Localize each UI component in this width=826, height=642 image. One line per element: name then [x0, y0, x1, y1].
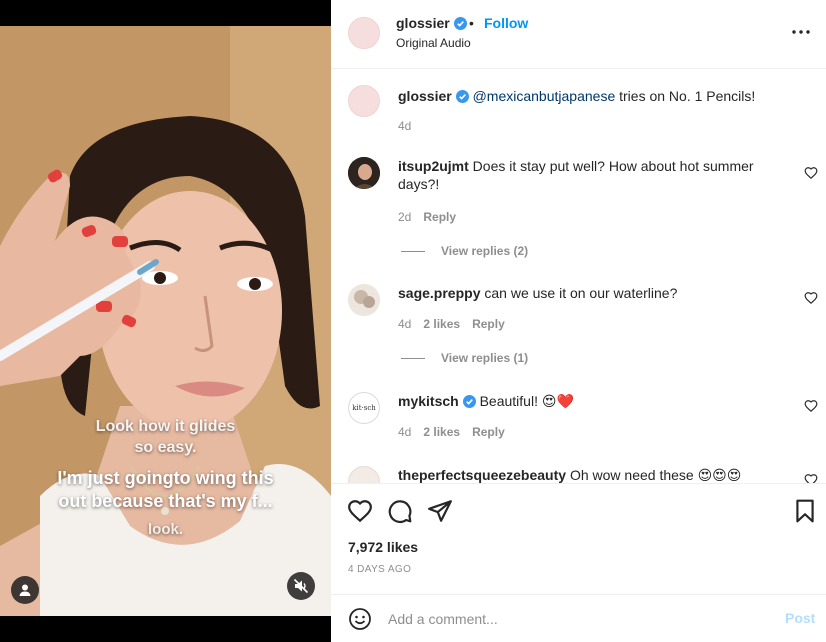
like-comment-heart-icon[interactable] [804, 473, 818, 483]
verified-badge-icon [462, 395, 476, 408]
video-caption-2: I'm just goingto wing this out because t… [57, 468, 274, 511]
audio-label[interactable]: Original Audio [396, 36, 471, 50]
header-separator: • [469, 15, 474, 31]
bookmark-save-icon[interactable] [792, 498, 818, 524]
reply-button[interactable]: Reply [472, 425, 505, 439]
caption-time[interactable]: 4d [398, 119, 411, 133]
like-comment-heart-icon[interactable] [804, 166, 818, 180]
like-comment-heart-icon[interactable] [804, 291, 818, 305]
view-replies-label[interactable]: View replies (1) [441, 351, 528, 365]
author-avatar[interactable] [348, 17, 380, 49]
caption-avatar[interactable] [348, 85, 380, 117]
comment-avatar[interactable] [348, 284, 380, 316]
reply-button[interactable]: Reply [472, 317, 505, 331]
comment-text: theperfectsqueezebeauty Oh wow need thes… [398, 466, 798, 483]
follow-button[interactable]: Follow [484, 15, 528, 31]
comment-username[interactable]: itsup2ujmt [398, 158, 469, 174]
caption-body: tries on No. 1 Pencils! [615, 88, 756, 104]
verified-badge-icon [453, 17, 467, 30]
avatar-photo [348, 157, 380, 189]
mention-link[interactable]: @mexicanbutjapanese [473, 88, 616, 104]
emoji-smiley-icon[interactable] [348, 607, 372, 631]
share-paper-plane-icon[interactable] [427, 498, 453, 524]
add-comment-input[interactable] [388, 607, 768, 631]
comment-likes[interactable]: 2 likes [423, 317, 460, 331]
more-options-icon[interactable] [790, 22, 812, 42]
comment-text: sage.preppy can we use it on our waterli… [398, 284, 778, 302]
video-caption-3: look. [147, 521, 183, 538]
view-replies-line [401, 358, 425, 360]
avatar-logo-text: kit·sch [352, 404, 376, 412]
view-replies-button[interactable]: View replies (1) [401, 351, 528, 365]
reply-button[interactable]: Reply [423, 210, 456, 224]
comment-meta: 4d 2 likes Reply [398, 317, 517, 331]
user-icon [19, 584, 31, 596]
comment-avatar[interactable] [348, 157, 380, 189]
view-replies-line [401, 251, 425, 253]
comment-text: mykitsch Beautiful! 😍❤️ [398, 392, 778, 410]
view-replies-button[interactable]: View replies (2) [401, 244, 528, 258]
comment-bubble-icon[interactable] [387, 498, 413, 524]
view-replies-label[interactable]: View replies (2) [441, 244, 528, 258]
comment-username[interactable]: mykitsch [398, 393, 459, 409]
comment-text: itsup2ujmt Does it stay put well? How ab… [398, 157, 778, 193]
reel-video[interactable]: Look how it glides so easy. I'm just goi… [0, 26, 331, 616]
mute-toggle-button[interactable] [287, 572, 315, 600]
comment-meta: 4d 2 likes Reply [398, 425, 517, 439]
comments-list[interactable]: glossier @mexicanbutjapanese tries on No… [331, 70, 826, 483]
comment-time[interactable]: 4d [398, 425, 411, 439]
post-comment-button[interactable]: Post [785, 610, 815, 626]
avatar-photo [348, 284, 380, 316]
like-comment-heart-icon[interactable] [804, 399, 818, 413]
likes-count[interactable]: 7,972 likes [348, 539, 418, 555]
comment-avatar[interactable] [348, 466, 380, 483]
caption-username[interactable]: glossier [398, 88, 452, 104]
comment-username[interactable]: sage.preppy [398, 285, 480, 301]
comment-time[interactable]: 4d [398, 317, 411, 331]
comment-meta: 2d Reply [398, 210, 468, 224]
comment-body: Oh wow need these 😍😍😍 [569, 467, 742, 483]
post-actions: 7,972 likes 4 DAYS AGO [331, 483, 826, 588]
muted-speaker-icon [293, 578, 309, 594]
post-header: glossier • Follow Original Audio [331, 0, 826, 69]
comment-time[interactable]: 2d [398, 210, 411, 224]
caption-meta: 4d [398, 119, 423, 133]
tagged-users-button[interactable] [11, 576, 39, 604]
comment-likes[interactable]: 2 likes [423, 425, 460, 439]
comment-avatar[interactable]: kit·sch [348, 392, 380, 424]
comment-username[interactable]: theperfectsqueezebeauty [398, 467, 566, 483]
comment-body: can we use it on our waterline? [484, 285, 678, 301]
media-panel: Look how it glides so easy. I'm just goi… [0, 0, 331, 642]
author-username[interactable]: glossier [396, 15, 467, 31]
video-caption-1: Look how it glides so easy. [95, 418, 236, 456]
verified-badge-icon [455, 90, 469, 103]
caption-text: glossier @mexicanbutjapanese tries on No… [398, 87, 778, 105]
like-heart-icon[interactable] [347, 498, 373, 524]
post-date[interactable]: 4 DAYS AGO [348, 564, 411, 575]
post-side-panel: glossier • Follow Original Audio glossie… [331, 0, 826, 642]
comment-body: Beautiful! 😍❤️ [479, 393, 574, 409]
comment-composer: Post [331, 594, 826, 642]
author-username-text[interactable]: glossier [396, 15, 450, 31]
